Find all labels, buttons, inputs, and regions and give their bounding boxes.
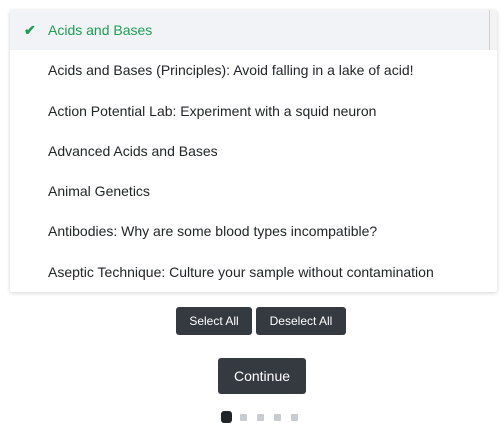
list-item-label: Aseptic Technique: Culture your sample w… (48, 263, 434, 280)
list-item[interactable]: Acids and Bases (Principles): Avoid fall… (10, 50, 497, 90)
page-dot[interactable] (221, 411, 232, 423)
checkmark-icon: ✔ (24, 22, 36, 38)
page-indicator (221, 411, 311, 423)
list-item-label: Action Potential Lab: Experiment with a … (48, 102, 377, 119)
list-item[interactable]: ✔ Acids and Bases (10, 10, 497, 51)
page-dot[interactable] (274, 414, 281, 421)
simulation-list: ✔ Acids and Bases Acids and Bases (Princ… (10, 10, 497, 292)
list-item-label: Acids and Bases (48, 22, 153, 38)
page-dot[interactable] (240, 414, 247, 421)
page-dot[interactable] (257, 414, 264, 421)
list-item[interactable]: Aseptic Technique: Culture your sample w… (10, 252, 497, 292)
list-item-label: Animal Genetics (48, 183, 150, 200)
list-item-label: Antibodies: Why are some blood types inc… (48, 223, 378, 240)
list-item-label: Acids and Bases (Principles): Avoid fall… (48, 62, 414, 79)
select-all-button[interactable]: Select All (176, 307, 252, 335)
page-dot[interactable] (291, 414, 298, 421)
continue-button[interactable]: Continue (218, 358, 306, 394)
list-item[interactable]: Advanced Acids and Bases (10, 131, 497, 171)
list-item[interactable]: Action Potential Lab: Experiment with a … (10, 91, 497, 131)
list-scrollbar[interactable] (489, 10, 497, 50)
list-item[interactable]: Animal Genetics (10, 171, 497, 211)
list-item[interactable]: Antibodies: Why are some blood types inc… (10, 211, 497, 251)
deselect-all-button[interactable]: Deselect All (256, 307, 346, 335)
list-item-label: Advanced Acids and Bases (48, 142, 218, 159)
